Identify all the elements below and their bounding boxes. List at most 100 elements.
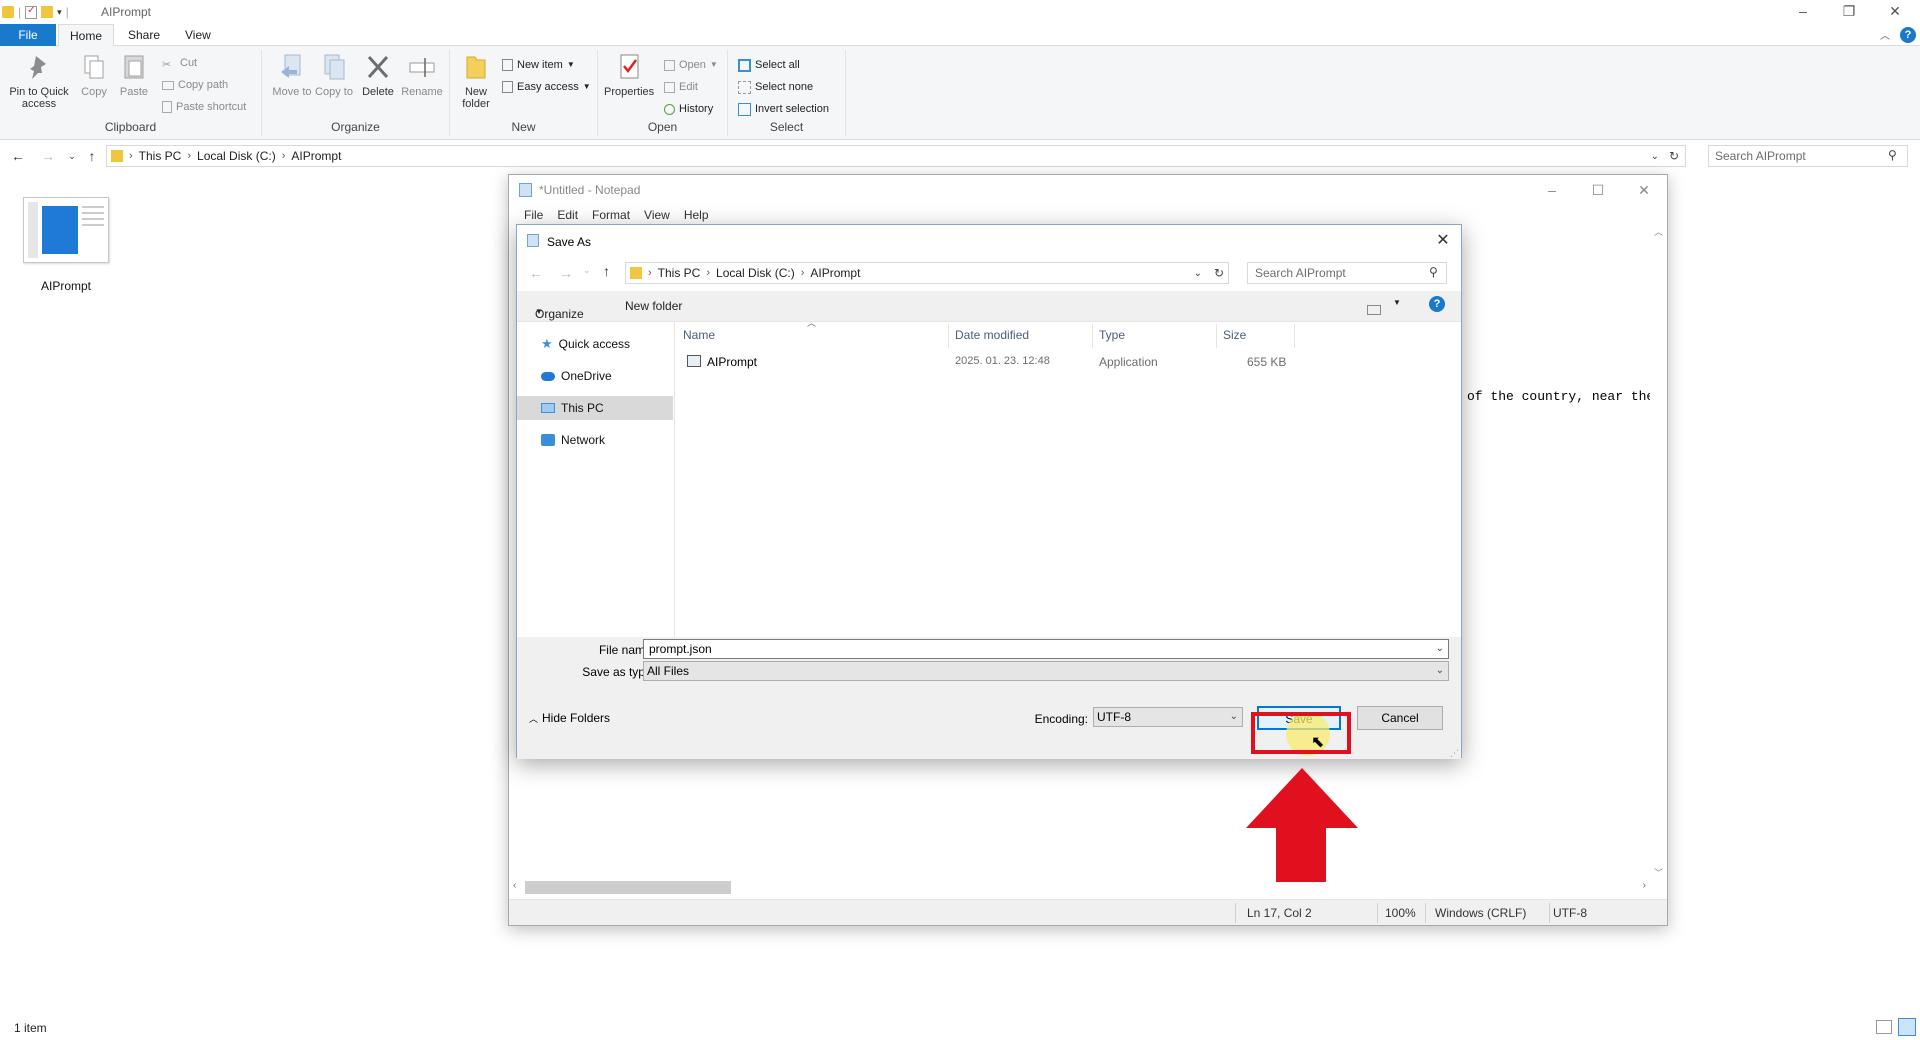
chevron-down-icon[interactable]: ⌄ [1436,640,1444,658]
menu-help[interactable]: Help [677,205,716,225]
menu-edit[interactable]: Edit [550,205,585,225]
rename-button[interactable]: Rename [400,52,444,98]
new-folder-button[interactable]: New folder [625,299,682,313]
open-group-label: Open [647,120,678,134]
breadcrumb-this-pc[interactable]: This PC [652,266,707,280]
delete-button[interactable]: Delete [356,52,400,98]
refresh-icon[interactable]: ↻ [1214,266,1224,280]
recent-locations-icon[interactable]: ⌄ [62,146,82,166]
save-button[interactable]: Save [1257,706,1341,730]
explorer-titlebar: | ✓ ▾ | AIPrompt – ❐ ✕ [0,0,1920,24]
column-name[interactable]: Name [677,324,949,348]
select-all-button[interactable]: Select all [738,56,800,74]
customize-quick-access-icon[interactable]: ▾ [57,7,62,18]
horizontal-scroll-thumb[interactable] [525,881,731,894]
help-icon[interactable]: ? [1429,296,1445,312]
notepad-text-content[interactable]: of the country, near the [1467,389,1654,404]
tab-view[interactable]: View [174,24,222,46]
notepad-close-button[interactable]: ✕ [1621,175,1667,205]
nav-quick-access[interactable]: ★ Quick access [517,332,673,356]
notepad-vertical-scrollbar[interactable]: ︿ ﹀ [1650,225,1667,879]
breadcrumb-local-disk[interactable]: Local Disk (C:) [710,266,801,280]
address-dropdown-icon[interactable]: ⌄ [1651,151,1659,162]
menu-file[interactable]: File [517,205,550,225]
view-dropdown-icon[interactable]: ▼ [1393,298,1401,307]
move-to-button[interactable]: Move to [270,52,314,98]
breadcrumb-this-pc[interactable]: This PC [133,149,188,163]
paste-shortcut-button[interactable]: Paste shortcut [162,98,246,116]
new-item-button[interactable]: New item ▼ [502,56,575,74]
invert-selection-button[interactable]: Invert selection [738,100,829,118]
cancel-button[interactable]: Cancel [1357,706,1443,730]
dialog-address-bar[interactable]: › This PC › Local Disk (C:) › AIPrompt ⌄… [625,262,1229,284]
copy-to-button[interactable]: Copy to [312,52,356,98]
tab-file[interactable]: File [0,24,56,46]
file-name-input[interactable]: prompt.json ⌄ [643,639,1449,659]
breadcrumb-local-disk[interactable]: Local Disk (C:) [191,149,282,163]
copy-path-button[interactable]: Copy path [162,76,228,94]
new-folder-icon[interactable] [41,6,54,18]
properties-icon[interactable]: ✓ [25,5,38,19]
select-none-button[interactable]: Select none [738,78,813,96]
new-folder-button[interactable]: New folder [454,52,498,110]
file-row[interactable]: AIPrompt 2025. 01. 23. 12:48 Application… [687,352,1287,372]
forward-arrow-icon[interactable]: → [559,265,573,281]
properties-button[interactable]: Properties [604,52,654,98]
scroll-left-icon[interactable]: ‹ [513,880,516,891]
save-as-type-select[interactable]: All Files ⌄ [643,661,1449,681]
breadcrumb-aiprompt[interactable]: AIPrompt [804,266,866,280]
nav-network[interactable]: Network [517,428,673,452]
refresh-icon[interactable]: ↻ [1669,149,1679,163]
menu-view[interactable]: View [637,205,677,225]
help-icon[interactable]: ? [1900,27,1916,43]
copy-button[interactable]: Copy [72,52,116,98]
dialog-close-button[interactable]: ✕ [1431,229,1455,253]
menu-format[interactable]: Format [585,205,637,225]
up-arrow-icon[interactable]: ↑ [82,146,102,166]
address-dropdown-icon[interactable]: ⌄ [1194,268,1202,279]
notepad-maximize-button[interactable]: ☐ [1575,175,1621,205]
encoding-select[interactable]: UTF-8 ⌄ [1093,707,1243,727]
details-view-icon[interactable] [1876,1020,1892,1034]
cut-button[interactable]: ✂ Cut [162,54,197,72]
hide-folders-button[interactable]: ︿ Hide Folders [529,711,610,725]
history-button[interactable]: History [664,100,713,118]
column-type[interactable]: Type [1093,324,1217,348]
scroll-right-icon[interactable]: › [1643,880,1646,891]
search-input[interactable]: Search AIPrompt [1708,145,1908,167]
breadcrumb-aiprompt[interactable]: AIPrompt [285,149,347,163]
scroll-down-icon[interactable]: ﹀ [1654,866,1663,879]
paste-button[interactable]: Paste [112,52,156,98]
easy-access-button[interactable]: Easy access ▼ [502,78,591,96]
back-arrow-icon[interactable]: ← [8,146,28,166]
notepad-horizontal-scrollbar[interactable]: ‹ › [509,879,1650,896]
invert-selection-icon [738,102,751,116]
collapse-ribbon-icon[interactable]: ︿ [1880,27,1890,42]
forward-arrow-icon[interactable]: → [38,146,58,166]
large-icons-view-icon[interactable] [1898,1018,1916,1036]
back-arrow-icon[interactable]: ← [529,265,543,281]
notepad-menubar: File Edit Format View Help [509,205,1667,225]
pin-quick-access-button[interactable]: Pin to Quick access [6,52,72,110]
change-view-icon[interactable] [1367,297,1385,315]
up-arrow-icon[interactable]: ↑ [603,263,610,279]
resize-grip-icon[interactable]: ⋰ [1450,748,1459,759]
column-date-modified[interactable]: Date modified [949,324,1093,348]
file-item-aiprompt[interactable]: AIPrompt [20,195,112,293]
open-button[interactable]: Open ▼ [664,56,718,74]
tab-home[interactable]: Home [58,24,115,47]
recent-locations-icon[interactable]: ⌄ [583,265,591,276]
dialog-search-input[interactable]: Search AIPrompt [1247,262,1447,284]
close-button[interactable]: ✕ [1872,0,1918,24]
edit-button[interactable]: Edit [664,78,698,96]
tab-share[interactable]: Share [117,24,171,46]
column-size[interactable]: Size [1217,324,1295,348]
nav-onedrive[interactable]: OneDrive [517,364,673,388]
nav-this-pc[interactable]: This PC [517,396,673,420]
line-ending: Windows (CRLF) [1435,906,1527,920]
minimize-button[interactable]: – [1780,0,1826,24]
notepad-minimize-button[interactable]: – [1529,175,1575,205]
scroll-up-icon[interactable]: ︿ [1654,225,1663,238]
address-bar[interactable]: › This PC › Local Disk (C:) › AIPrompt ⌄… [106,145,1686,167]
restore-button[interactable]: ❐ [1826,0,1872,24]
